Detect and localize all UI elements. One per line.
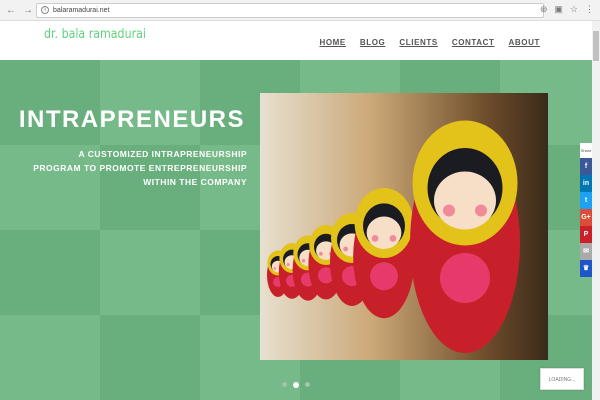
subtitle-line: A CUSTOMIZED INTRAPRENEURSHIP bbox=[78, 149, 247, 159]
nav-about[interactable]: ABOUT bbox=[509, 38, 540, 47]
share-label: Share bbox=[580, 143, 592, 158]
nav-blog[interactable]: BLOG bbox=[360, 38, 386, 47]
linkedin-icon[interactable]: in bbox=[580, 175, 592, 192]
slide-dot[interactable] bbox=[282, 382, 287, 387]
hero-subtitle: A CUSTOMIZED INTRAPRENEURSHIP PROGRAM TO… bbox=[33, 147, 247, 189]
twitter-icon[interactable]: t bbox=[580, 192, 592, 209]
nav-home[interactable]: HOME bbox=[319, 38, 345, 47]
forward-icon[interactable]: → bbox=[22, 5, 34, 16]
main-nav: HOME BLOG CLIENTS CONTACT ABOUT bbox=[319, 38, 540, 47]
subtitle-line: PROGRAM TO PROMOTE ENTREPRENEURSHIP bbox=[33, 163, 247, 173]
extension-icon[interactable]: ⊛ bbox=[540, 4, 548, 15]
browser-toolbar: ← → C ibalaramadurai.net ⊛▣☆⋮ bbox=[0, 0, 600, 21]
nav-clients[interactable]: CLIENTS bbox=[399, 38, 437, 47]
hero-image-matryoshka bbox=[260, 93, 548, 360]
url-text: balaramadurai.net bbox=[53, 7, 110, 14]
hero-title: INTRAPRENEURS bbox=[18, 106, 245, 133]
background-tile bbox=[100, 230, 200, 315]
background-tile bbox=[0, 315, 100, 400]
email-icon[interactable]: ✉ bbox=[580, 243, 592, 260]
menu-icon[interactable]: ⋮ bbox=[585, 4, 594, 15]
nav-contact[interactable]: CONTACT bbox=[452, 38, 495, 47]
pinterest-icon[interactable]: P bbox=[580, 226, 592, 243]
googleplus-icon[interactable]: G+ bbox=[580, 209, 592, 226]
address-bar[interactable]: i balaramadurai.net bbox=[36, 3, 544, 18]
share-bar: Share f in t G+ P ✉ ♛ bbox=[580, 143, 592, 277]
background-tile bbox=[0, 230, 100, 315]
subtitle-line: WITHIN THE COMPANY bbox=[143, 177, 247, 187]
site-header: dr. bala ramadurai HOME BLOG CLIENTS CON… bbox=[0, 21, 592, 60]
slide-dot-active[interactable] bbox=[293, 382, 299, 388]
cast-icon[interactable]: ▣ bbox=[554, 4, 563, 15]
doll bbox=[410, 120, 520, 353]
sumo-icon[interactable]: ♛ bbox=[580, 260, 592, 277]
scrollbar-thumb[interactable] bbox=[593, 31, 599, 61]
hero-slider: INTRAPRENEURS A CUSTOMIZED INTRAPRENEURS… bbox=[0, 60, 592, 400]
scrollbar[interactable] bbox=[592, 21, 600, 400]
slider-dots bbox=[282, 382, 310, 388]
info-icon[interactable]: i bbox=[41, 6, 49, 14]
loading-button[interactable]: LOADING... bbox=[540, 368, 584, 390]
site-logo[interactable]: dr. bala ramadurai bbox=[44, 27, 146, 42]
background-tile bbox=[100, 315, 200, 400]
back-icon[interactable]: ← bbox=[5, 5, 17, 16]
slide-dot[interactable] bbox=[305, 382, 310, 387]
star-icon[interactable]: ☆ bbox=[570, 4, 578, 15]
doll bbox=[353, 188, 415, 319]
facebook-icon[interactable]: f bbox=[580, 158, 592, 175]
